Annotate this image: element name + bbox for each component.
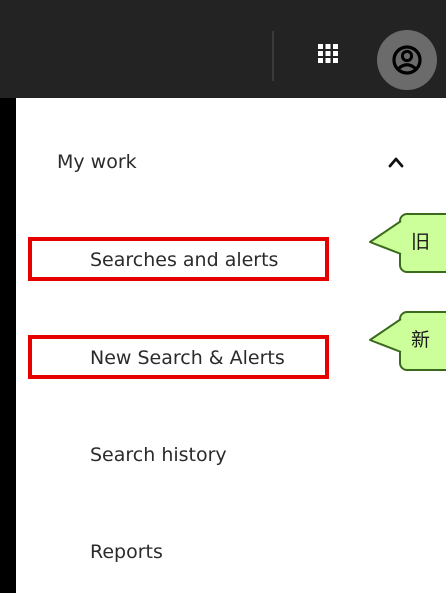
grid-icon <box>318 44 338 63</box>
chevron-up-icon <box>388 157 404 168</box>
menu-item-label: New Search & Alerts <box>90 347 285 369</box>
menu-item-search-history[interactable]: Search history <box>16 431 396 481</box>
my-work-section-toggle[interactable]: My work <box>16 138 446 188</box>
callout-text: 旧 <box>411 231 431 253</box>
callout-pointer <box>369 220 402 255</box>
callout-old: 旧 <box>399 213 446 273</box>
top-navigation-bar <box>0 0 446 98</box>
menu-item-reports[interactable]: Reports <box>16 528 396 578</box>
account-button[interactable] <box>377 30 437 90</box>
menu-item-new-search-alerts[interactable]: New Search & Alerts <box>16 334 396 384</box>
apps-grid-button[interactable] <box>315 40 341 66</box>
callout-text: 新 <box>411 329 431 351</box>
user-circle-icon <box>392 45 422 75</box>
section-title: My work <box>57 151 137 173</box>
menu-item-searches-and-alerts[interactable]: Searches and alerts <box>16 236 396 286</box>
header-divider <box>272 31 274 81</box>
menu-item-label: Search history <box>90 444 227 466</box>
callout-new: 新 <box>399 311 446 371</box>
menu-item-label: Searches and alerts <box>90 249 279 271</box>
callout-pointer <box>369 318 402 353</box>
menu-item-label: Reports <box>90 541 163 563</box>
